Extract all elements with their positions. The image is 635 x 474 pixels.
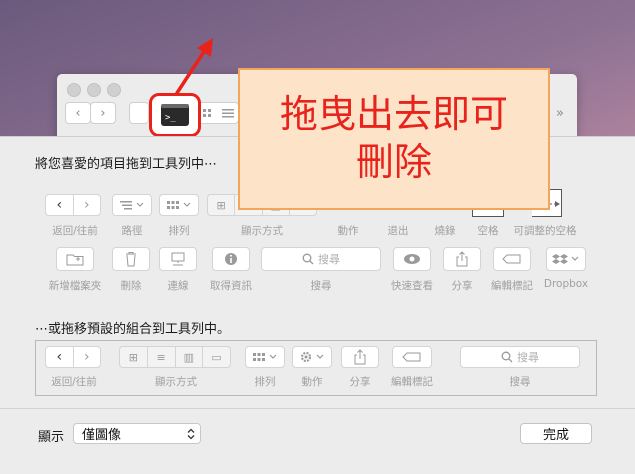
terminal-toolbar-item[interactable]: >_	[149, 93, 201, 137]
eye-icon	[404, 254, 420, 264]
finder-back-button[interactable]: ‹	[65, 102, 91, 124]
sheet-header: 將您喜愛的項目拖到工具列中⋯	[35, 157, 218, 172]
item-back-forward[interactable]: ‹ ›	[45, 194, 101, 216]
trash-icon	[126, 252, 136, 267]
default-search-field: 搜尋	[460, 346, 580, 368]
item-get-info[interactable]	[212, 247, 250, 271]
label-share: 分享	[451, 280, 473, 292]
network-icon	[171, 252, 185, 266]
default-label-view-mode: 顯示方式	[155, 376, 197, 388]
finder-view-segment[interactable]	[197, 102, 239, 124]
arrange-icon	[167, 201, 191, 209]
label-new-folder: 新增檔案夾	[48, 280, 102, 292]
default-share	[341, 346, 379, 368]
label-eject: 退出	[387, 225, 409, 237]
item-dropbox[interactable]	[546, 247, 586, 271]
double-chevron-icon: »	[556, 105, 564, 121]
annotation-callout: 拖曳出去即可 刪除	[238, 68, 550, 210]
gear-icon	[300, 351, 324, 363]
done-button[interactable]: 完成	[520, 423, 592, 444]
terminal-icon: >_	[161, 104, 189, 126]
default-label-arrange: 排列	[254, 376, 276, 388]
show-value: 僅圖像	[82, 428, 122, 443]
item-new-folder[interactable]	[56, 247, 94, 271]
label-get-info: 取得資訊	[210, 280, 252, 292]
annotation-line-2: 刪除	[355, 140, 432, 184]
item-quick-look[interactable]	[393, 247, 431, 271]
default-view-mode: ⊞ ≡ ▥ ▭	[119, 346, 231, 368]
view-columns-icon: ▥	[176, 347, 204, 367]
svg-text:>_: >_	[165, 113, 176, 123]
item-delete[interactable]	[112, 247, 150, 271]
label-delete: 刪除	[120, 280, 142, 292]
label-flexible-space: 可調整的空格	[513, 225, 577, 237]
tag-icon	[502, 254, 521, 264]
label-quick-look: 快速查看	[391, 280, 433, 292]
default-arrange	[245, 346, 285, 368]
arrange-icon	[253, 353, 277, 361]
label-space: 空格	[477, 225, 499, 237]
item-path[interactable]	[112, 194, 152, 216]
view-cover-flow-icon: ▭	[211, 350, 222, 364]
tag-icon	[402, 352, 421, 362]
default-back-forward: ‹ ›	[45, 346, 101, 368]
chevron-right-icon: ›	[83, 349, 90, 365]
item-edit-tags[interactable]	[493, 247, 531, 271]
label-view-mode: 顯示方式	[241, 225, 283, 237]
label-action: 動作	[337, 225, 359, 237]
chevron-left-icon: ‹	[46, 347, 74, 367]
search-icon	[302, 253, 314, 265]
search-icon	[501, 351, 513, 363]
label-back-forward: 返回/往前	[52, 225, 98, 237]
toolbar-overflow-button[interactable]: »	[549, 102, 571, 124]
default-action	[292, 346, 332, 368]
show-popup[interactable]: 僅圖像	[73, 423, 201, 444]
label-burn: 燒錄	[434, 225, 456, 237]
minimize-window-button[interactable]	[87, 83, 101, 97]
view-icons-icon: ⊞	[208, 195, 236, 215]
annotation-line-1: 拖曳出去即可	[279, 92, 508, 136]
zoom-window-button[interactable]	[107, 83, 121, 97]
chevron-right-icon: ›	[83, 197, 90, 213]
search-placeholder: 搜尋	[318, 253, 340, 266]
chevron-right-icon: ›	[100, 105, 106, 121]
default-label-edit-tags: 編輯標記	[391, 376, 433, 388]
label-search: 搜尋	[310, 280, 332, 292]
default-toolbar-set[interactable]: ‹ › ⊞ ≡ ▥ ▭ 搜尋 返回/往前 顯示方式 排列 動作 分享 編輯標記 …	[35, 340, 597, 396]
chevron-left-icon: ‹	[75, 105, 81, 121]
view-icons-icon: ⊞	[120, 347, 148, 367]
default-edit-tags	[392, 346, 432, 368]
default-set-header: ⋯或拖移預設的組合到工具列中。	[35, 322, 231, 337]
share-icon	[354, 349, 366, 365]
close-window-button[interactable]	[67, 83, 81, 97]
show-label: 顯示	[38, 430, 65, 445]
label-arrange: 排列	[168, 225, 190, 237]
item-arrange[interactable]	[159, 194, 199, 216]
dropbox-icon	[552, 254, 579, 264]
chevron-left-icon: ‹	[46, 195, 74, 215]
share-icon	[456, 251, 468, 267]
item-connect[interactable]	[159, 247, 197, 271]
label-path: 路徑	[121, 225, 143, 237]
default-label-share: 分享	[349, 376, 371, 388]
default-label-back-forward: 返回/往前	[51, 376, 97, 388]
item-share[interactable]	[443, 247, 481, 271]
drag-arrow-icon	[175, 38, 213, 95]
view-list-icon: ≡	[148, 347, 176, 367]
path-icon	[120, 201, 144, 210]
up-down-chevron-icon	[187, 428, 195, 440]
finder-toolbar-slot[interactable]	[129, 102, 149, 124]
default-label-search: 搜尋	[509, 376, 531, 388]
label-connect: 連線	[167, 280, 189, 292]
label-dropbox: Dropbox	[543, 278, 589, 290]
label-edit-tags: 編輯標記	[491, 280, 533, 292]
item-search-field[interactable]: 搜尋	[261, 247, 381, 271]
view-icons-icon	[203, 109, 234, 118]
finder-forward-button[interactable]: ›	[90, 102, 116, 124]
default-label-action: 動作	[301, 376, 323, 388]
search-placeholder: 搜尋	[517, 351, 539, 364]
info-icon	[225, 253, 237, 265]
new-folder-icon	[66, 254, 84, 266]
footer-divider	[0, 408, 635, 409]
